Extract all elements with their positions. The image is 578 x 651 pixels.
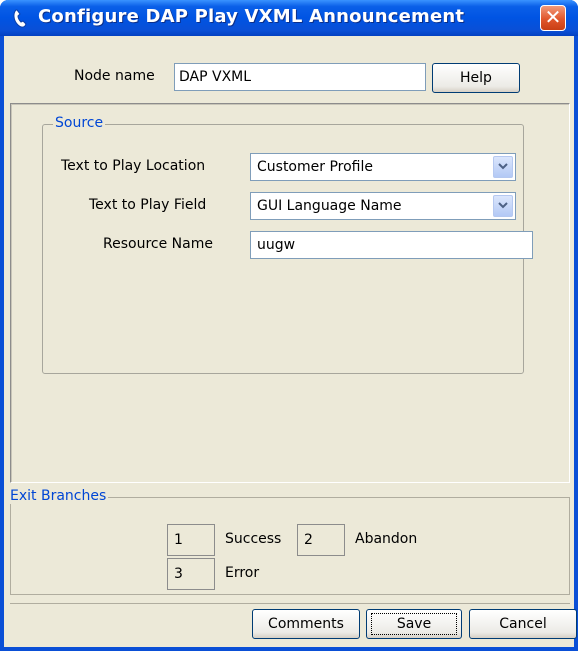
close-icon: ✕ [544,5,562,29]
text-field-label: Text to Play Field [89,197,207,213]
text-field-select[interactable]: GUI Language Name [250,192,516,220]
resource-name-input[interactable] [250,231,533,259]
node-name-label: Node name [74,68,155,84]
cancel-button[interactable]: Cancel [469,609,577,639]
exit-branches-legend: Exit Branches [10,488,109,504]
help-button[interactable]: Help [432,63,520,93]
branch-number: 3 [174,566,183,582]
branch-label: Success [225,531,282,547]
resource-name-label: Resource Name [103,236,213,252]
branch-number-box: 1 [167,524,215,556]
chevron-down-icon[interactable] [493,195,513,217]
focus-ring [371,613,457,635]
branch-number: 2 [304,532,313,548]
window-title: Configure DAP Play VXML Announcement [38,6,465,27]
source-legend: Source [53,115,106,131]
footer-divider [10,603,570,604]
branch-number: 1 [174,532,183,548]
text-location-select[interactable]: Customer Profile [250,153,516,181]
text-location-label: Text to Play Location [61,158,206,174]
title-bar[interactable]: Configure DAP Play VXML Announcement ✕ [0,0,578,36]
branch-number-box: 3 [167,558,215,590]
save-button[interactable]: Save [366,609,462,639]
dialog-window: Configure DAP Play VXML Announcement ✕ N… [0,0,578,651]
node-name-input[interactable] [174,63,426,91]
branch-label: Abandon [355,531,418,547]
branch-label: Error [225,565,260,581]
phone-icon [10,7,32,29]
close-button[interactable]: ✕ [540,5,566,31]
text-location-value: Customer Profile [257,159,373,175]
comments-button[interactable]: Comments [252,609,360,639]
chevron-down-icon[interactable] [493,156,513,178]
text-field-value: GUI Language Name [257,198,402,214]
exit-branches-group: Exit Branches 1 Success 2 Abandon 3 Erro… [10,488,570,595]
source-group: Source Text to Play Location Customer Pr… [42,115,533,374]
branch-number-box: 2 [297,524,345,556]
